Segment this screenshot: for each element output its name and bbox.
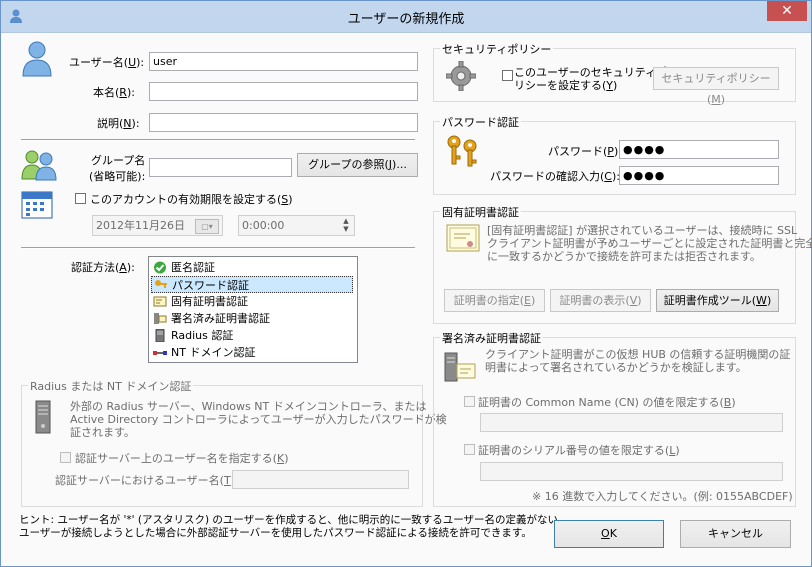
list-item-label: 固有証明書認証 [171,295,248,308]
hint-text: ヒント: ユーザー名が '*' (アスタリスク) のユーザーを作成すると、他に明… [19,514,559,539]
server-icon [155,329,165,342]
radius-group: Radius または NT ドメイン認証 外部の Radius サーバー、Win… [21,378,447,507]
server-username-label: 認証サーバーにおけるユーザー名(T): [55,474,239,487]
list-item[interactable]: 固有証明書認証 [151,293,353,310]
signed-description: クライアント証明書がこの仮想 HUB の信頼する証明機関の証 明書によって署名され… [485,348,791,374]
user-icon [22,41,52,77]
list-item[interactable]: NT ドメイン認証 [151,344,353,361]
list-item[interactable]: 署名済み証明書認証 [151,310,353,327]
password-group: パスワード認証 パスワード(P): ●●●● パスワードの確認入力(C): ●●… [433,114,796,195]
hex-input-note: ※ 16 進数で入力してください。(例: 0155ABCDEF) [532,490,793,503]
auth-method-label: 認証方法(A): [71,261,135,274]
expiry-checkbox[interactable] [75,193,86,204]
certificate-icon [446,224,480,252]
list-item-label: 匿名認証 [171,261,215,274]
username-input[interactable]: user [149,52,418,71]
username-label: ユーザー名(U): [69,56,145,69]
certificate-group: 固有証明書認証 [固有証明書認証] が選択されているユーザーは、接続時に SSL… [433,204,812,324]
common-name-checkbox[interactable] [464,396,475,407]
expiry-time-picker[interactable]: 0:00:00 ▲ ▼ [238,215,355,236]
close-icon: ✕ [781,3,793,19]
radius-username-checkbox-label: 認証サーバー上のユーザー名を指定する(K) [75,452,289,465]
check-icon [154,261,166,274]
gear-icon [446,61,476,91]
cancel-button[interactable]: キャンセル [680,520,791,548]
password-input[interactable]: ●●●● [619,140,779,159]
realname-label: 本名(R): [93,86,135,99]
list-item-label: パスワード認証 [172,279,249,292]
security-policy-checkbox[interactable] [502,70,513,81]
calendar-dropdown-icon[interactable]: ▢▾ [195,219,219,234]
create-certificate-tool-button[interactable]: 証明書作成ツール(W) [656,289,779,312]
signed-group-title: 署名済み証明書認証 [440,330,543,346]
signed-cert-icon [154,313,167,324]
keys-icon [155,280,167,288]
serial-number-input[interactable] [480,462,783,481]
password-confirm-input[interactable]: ●●●● [619,166,779,185]
server-username-input[interactable] [232,470,409,489]
serial-number-checkbox[interactable] [464,444,475,455]
list-item[interactable]: パスワード認証 [151,276,353,293]
list-item[interactable]: 匿名認証 [151,259,353,276]
certificate-group-title: 固有証明書認証 [440,204,521,220]
dialog-window: ユーザーの新規作成 ✕ ユーザー名(U): user 本名(R): 説明(N):… [0,0,812,567]
common-name-input[interactable] [480,413,783,432]
radius-description: 外部の Radius サーバー、Windows NT ドメインコントローラ、また… [70,400,447,439]
auth-method-list[interactable]: 匿名認証 パスワード認証 固有証明書認証 署名済み証明書認証 Radius 認証… [148,256,358,363]
serial-number-checkbox-label: 証明書のシリアル番号の値を限定する(L) [478,444,680,457]
list-item-label: 署名済み証明書認証 [171,312,270,325]
keys-icon [447,135,477,167]
security-policy-group: セキュリティポリシー このユーザーのセキュリティポ リシーを設定する(Y) セキュ… [433,41,796,106]
security-policy-button[interactable]: セキュリティポリシー(M) [653,67,779,106]
security-policy-checkbox-label: このユーザーのセキュリティポ リシーを設定する(Y) [514,66,668,92]
window-title: ユーザーの新規作成 [347,12,465,27]
time-spin-icon[interactable]: ▲ ▼ [339,217,353,234]
realname-input[interactable] [149,82,418,101]
group-icon [21,150,57,181]
certificate-description: [固有証明書認証] が選択されているユーザーは、接続時に SSL クライアント証明… [487,224,812,263]
signed-cert-icon [444,352,476,382]
close-button[interactable]: ✕ [767,1,807,21]
radius-username-checkbox[interactable] [60,452,71,463]
list-item-label: NT ドメイン認証 [171,346,256,359]
list-item-label: Radius 認証 [171,329,234,342]
browse-group-button[interactable]: グループの参照(J)... [297,153,418,177]
title-bar[interactable]: ユーザーの新規作成 ✕ [1,1,811,33]
group-input[interactable] [149,158,292,177]
expiry-time-value: 0:00:00 [242,219,285,232]
separator [21,139,415,141]
description-label: 説明(N): [97,117,140,130]
calendar-icon [21,191,53,219]
radius-group-title: Radius または NT ドメイン認証 [28,378,194,394]
separator [21,247,415,249]
password-group-title: パスワード認証 [440,114,521,130]
expiry-checkbox-label: このアカウントの有効期限を設定する(S) [90,193,293,206]
server-icon [35,400,51,434]
expiry-date-picker[interactable]: 2012年11月26日 ▢▾ [92,215,223,236]
group-label: グループ名 (省略可能): [89,154,146,183]
specify-certificate-button[interactable]: 証明書の指定(E) [444,289,545,312]
password-label: パスワード(P): [548,145,622,158]
dialog-client: ユーザー名(U): user 本名(R): 説明(N): グループ名 (省略可能)… [7,33,812,561]
network-icon [153,351,167,355]
signed-certificate-group: 署名済み証明書認証 クライアント証明書がこの仮想 HUB の信頼する証明機関の証… [433,330,796,507]
list-item[interactable]: Radius 認証 [151,327,353,344]
certificate-icon [153,296,167,307]
password-confirm-label: パスワードの確認入力(C): [490,170,620,183]
ok-button[interactable]: OK [554,520,664,548]
expiry-date-value: 2012年11月26日 [96,219,185,232]
common-name-checkbox-label: 証明書の Common Name (CN) の値を限定する(B) [478,396,736,409]
description-input[interactable] [149,113,418,132]
view-certificate-button[interactable]: 証明書の表示(V) [550,289,651,312]
security-group-title: セキュリティポリシー [440,41,554,57]
